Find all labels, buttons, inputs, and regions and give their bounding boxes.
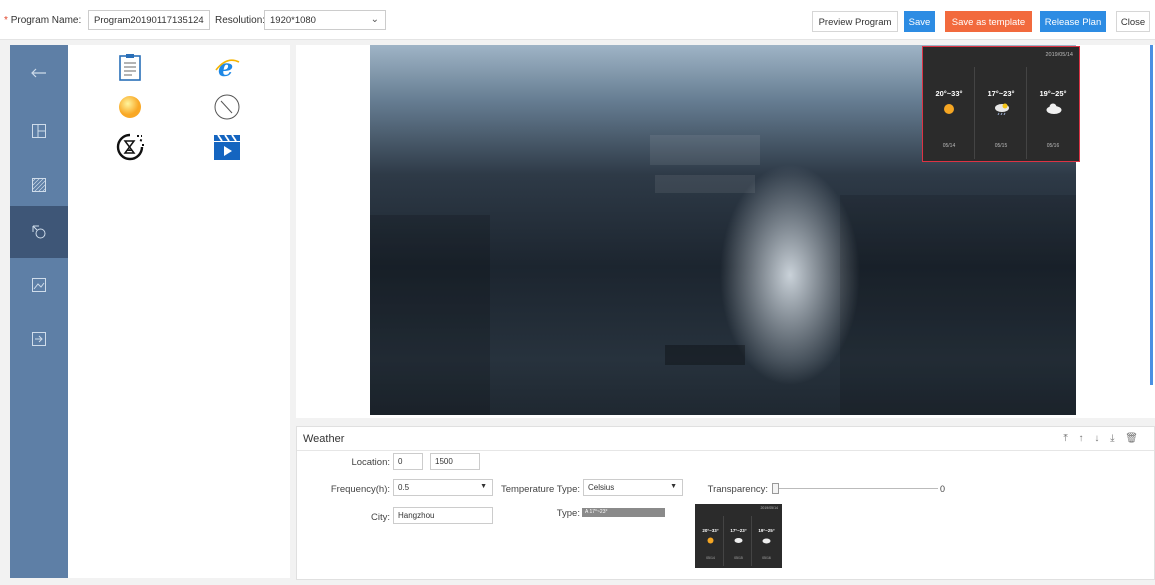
weather-temp: 17°~23° bbox=[987, 89, 1015, 98]
frequency-select[interactable]: 0.5 ▼ bbox=[393, 479, 493, 496]
mini-temp: 19°~25° bbox=[758, 528, 775, 533]
program-name-input[interactable]: Program20190117135124 bbox=[88, 10, 210, 30]
weather-type-preview[interactable]: 2019/05/14 20°~33° 05/14 17°~23° 05/15 1… bbox=[695, 504, 782, 568]
resolution-label: Resolution: bbox=[215, 15, 266, 26]
temperature-type-label: Temperature Type: bbox=[500, 484, 580, 495]
type-label: Type: bbox=[556, 508, 580, 519]
timer-icon[interactable] bbox=[115, 133, 145, 161]
canvas-scrollbar[interactable] bbox=[1150, 45, 1153, 385]
frequency-value: 0.5 bbox=[398, 483, 410, 492]
blurred-detail bbox=[650, 135, 760, 165]
required-mark: * bbox=[4, 15, 8, 26]
program-name-label-text: Program Name: bbox=[10, 15, 82, 26]
weather-temp: 20°~33° bbox=[935, 89, 963, 98]
blurred-detail bbox=[840, 195, 1076, 415]
weather-day-label: 05/16 bbox=[1046, 143, 1060, 149]
weather-date: 2019/05/14 bbox=[1045, 52, 1073, 58]
panel-title: Weather bbox=[303, 433, 345, 445]
transparency-value: 0 bbox=[940, 484, 946, 494]
rain-cloud-icon bbox=[734, 536, 743, 547]
caret-down-icon: ▼ bbox=[480, 483, 487, 490]
widgets-icon[interactable] bbox=[10, 206, 68, 258]
texture-icon[interactable] bbox=[10, 159, 68, 211]
image-icon[interactable] bbox=[10, 259, 68, 311]
weather-day-2: 17°~23° 05/15 bbox=[975, 67, 1027, 159]
weather-day-3: 19°~25° 05/16 bbox=[1027, 67, 1079, 159]
program-name-label: * Program Name: bbox=[4, 15, 81, 26]
weather-day-label: 05/14 bbox=[942, 143, 956, 149]
clock-icon[interactable] bbox=[212, 93, 242, 121]
transparency-slider-track[interactable] bbox=[776, 488, 938, 489]
mini-temp: 17°~23° bbox=[730, 528, 747, 533]
exit-icon[interactable] bbox=[10, 313, 68, 365]
weather-day-1: 20°~33° 05/14 bbox=[923, 67, 975, 159]
back-arrow-icon[interactable] bbox=[10, 47, 68, 99]
cloud-icon bbox=[1046, 103, 1062, 114]
widget-tool-panel: e bbox=[68, 45, 290, 578]
resolution-value: 1920*1080 bbox=[270, 15, 316, 26]
mini-date: 2019/05/14 bbox=[760, 506, 778, 510]
weather-sun-icon[interactable] bbox=[115, 93, 145, 121]
blurred-detail bbox=[665, 345, 745, 365]
transparency-label: Transparency: bbox=[707, 484, 768, 495]
temperature-type-select[interactable]: Celsius ▼ bbox=[583, 479, 683, 496]
resolution-select[interactable]: 1920*1080 ⌄ bbox=[264, 10, 386, 30]
preview-program-button[interactable]: Preview Program bbox=[812, 11, 898, 32]
close-button[interactable]: Close bbox=[1116, 11, 1150, 32]
type-select[interactable]: A 17°~23° bbox=[582, 508, 665, 517]
mini-day: 05/14 bbox=[706, 556, 715, 560]
mini-day-3: 19°~25° 05/16 bbox=[753, 516, 780, 566]
cloud-icon bbox=[762, 536, 771, 547]
blurred-detail bbox=[370, 215, 490, 415]
location-label: Location: bbox=[351, 457, 390, 468]
transparency-slider-thumb[interactable] bbox=[772, 483, 779, 494]
layer-order-icons[interactable]: ⤒ ↑ ↓ ⤓ 🗑 bbox=[1063, 433, 1142, 444]
video-clapper-icon[interactable] bbox=[212, 133, 242, 161]
divider bbox=[297, 450, 1154, 451]
weather-temp: 19°~25° bbox=[1039, 89, 1067, 98]
sunny-icon bbox=[942, 103, 956, 114]
sunny-icon bbox=[707, 536, 714, 547]
rain-cloud-icon bbox=[994, 103, 1009, 116]
document-icon[interactable] bbox=[115, 53, 145, 81]
svg-text:e: e bbox=[218, 54, 233, 80]
city-label: City: bbox=[371, 512, 390, 523]
location-x-input[interactable]: 0 bbox=[393, 453, 423, 470]
browser-e-icon[interactable]: e bbox=[212, 53, 242, 81]
city-input[interactable]: Hangzhou bbox=[393, 507, 493, 524]
left-sidebar bbox=[10, 45, 68, 578]
weather-widget-preview[interactable]: 2019/05/14 20°~33° 05/14 17°~23° 05/15 1… bbox=[922, 46, 1080, 162]
layout-icon[interactable] bbox=[10, 105, 68, 157]
release-plan-button[interactable]: Release Plan bbox=[1040, 11, 1106, 32]
frequency-label: Frequency(h): bbox=[330, 484, 390, 495]
mini-day: 05/15 bbox=[734, 556, 743, 560]
save-button[interactable]: Save bbox=[904, 11, 935, 32]
save-as-template-button[interactable]: Save as template bbox=[945, 11, 1032, 32]
mini-day: 05/16 bbox=[762, 556, 771, 560]
chevron-down-icon: ⌄ bbox=[370, 14, 379, 25]
location-y-input[interactable]: 1500 bbox=[430, 453, 480, 470]
mini-temp: 20°~33° bbox=[702, 528, 719, 533]
mini-day-1: 20°~33° 05/14 bbox=[697, 516, 724, 566]
temperature-type-value: Celsius bbox=[588, 483, 615, 492]
mini-day-2: 17°~23° 05/15 bbox=[725, 516, 752, 566]
blurred-detail bbox=[655, 175, 755, 193]
weather-day-label: 05/15 bbox=[994, 143, 1008, 149]
top-toolbar: * Program Name: Program20190117135124 Re… bbox=[0, 0, 1155, 40]
caret-down-icon: ▼ bbox=[670, 483, 677, 490]
